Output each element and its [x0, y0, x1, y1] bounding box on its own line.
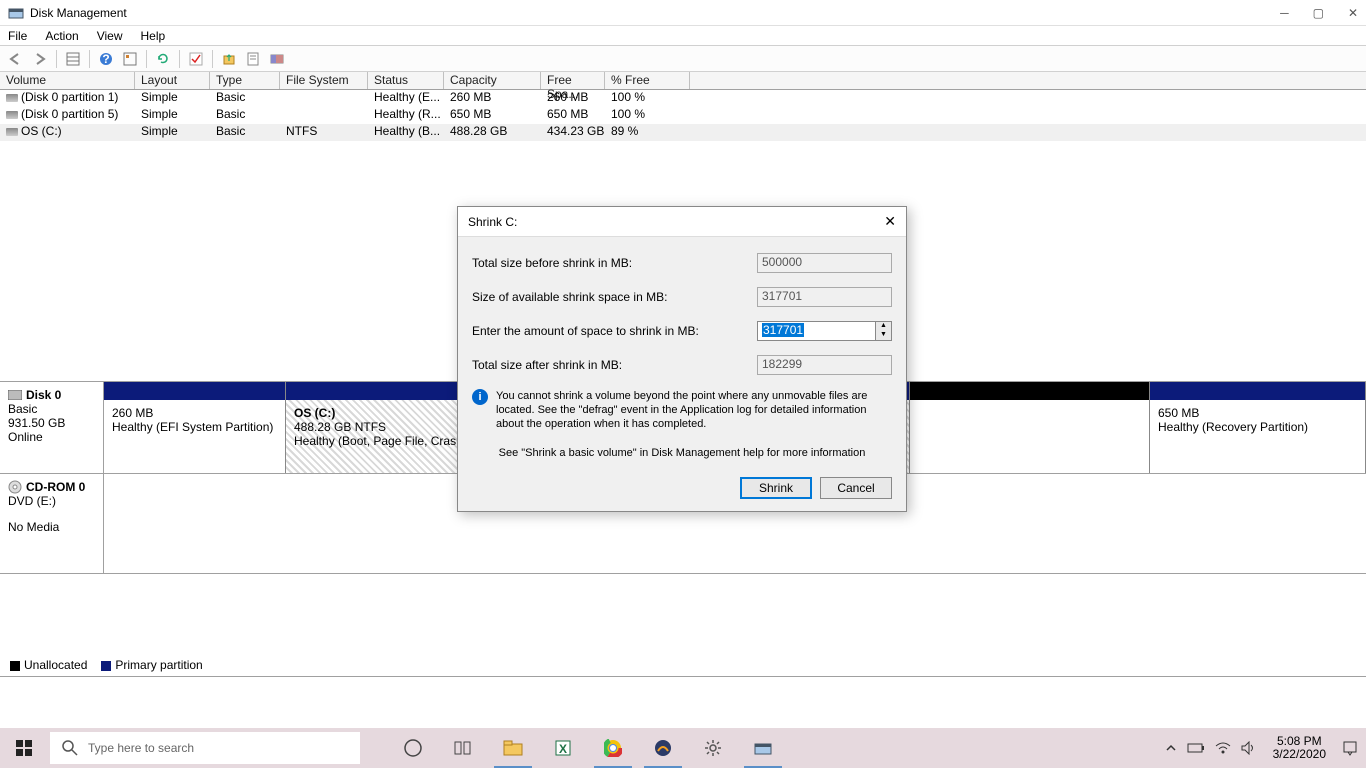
settings-list-icon[interactable] — [120, 49, 140, 69]
partition-bar — [1150, 382, 1365, 400]
cdrom-icon — [8, 480, 22, 494]
disk-icon — [8, 390, 22, 400]
folder-up-icon[interactable] — [219, 49, 239, 69]
app-generic[interactable] — [640, 728, 686, 768]
partition[interactable]: 260 MB Healthy (EFI System Partition) — [104, 382, 286, 473]
app-explorer[interactable] — [490, 728, 536, 768]
app-icon — [8, 5, 24, 21]
shrink-button[interactable]: Shrink — [740, 477, 812, 499]
taskbar: Type here to search X 5:08 PM 3/22/2020 — [0, 728, 1366, 768]
help-link-text: See "Shrink a basic volume" in Disk Mana… — [472, 447, 892, 459]
menu-help[interactable]: Help — [141, 29, 166, 43]
start-button[interactable] — [0, 728, 48, 768]
check-icon[interactable] — [186, 49, 206, 69]
view-list-icon[interactable] — [63, 49, 83, 69]
legend: Unallocated Primary partition — [0, 654, 1366, 676]
refresh-icon[interactable] — [153, 49, 173, 69]
col-filesystem[interactable]: File System — [280, 72, 368, 89]
tray-notifications-icon[interactable] — [1342, 740, 1358, 756]
dialog-title: Shrink C: — [468, 215, 517, 229]
partition[interactable]: 650 MB Healthy (Recovery Partition) — [1150, 382, 1366, 473]
partition-bar — [104, 382, 285, 400]
volume-icon — [6, 111, 18, 119]
field-available: 317701 — [757, 287, 892, 307]
timeline-icon[interactable] — [440, 728, 486, 768]
col-status[interactable]: Status — [368, 72, 444, 89]
graphical-view-icon[interactable] — [267, 49, 287, 69]
menu-action[interactable]: Action — [45, 29, 78, 43]
app-diskmgmt[interactable] — [740, 728, 786, 768]
properties-icon[interactable] — [243, 49, 263, 69]
menu-file[interactable]: File — [8, 29, 27, 43]
search-input[interactable]: Type here to search — [50, 732, 360, 764]
legend-swatch-primary — [101, 661, 111, 671]
col-layout[interactable]: Layout — [135, 72, 210, 89]
help-icon[interactable]: ? — [96, 49, 116, 69]
dialog-titlebar[interactable]: Shrink C: ✕ — [458, 207, 906, 237]
legend-swatch-unalloc — [10, 661, 20, 671]
col-free[interactable]: Free Spa... — [541, 72, 605, 89]
volume-icon — [6, 94, 18, 102]
volume-table-header: Volume Layout Type File System Status Ca… — [0, 72, 1366, 90]
app-chrome[interactable] — [590, 728, 636, 768]
close-button[interactable]: ✕ — [1348, 6, 1358, 20]
disk-label[interactable]: CD-ROM 0 DVD (E:) No Media — [0, 474, 104, 573]
disk-label[interactable]: Disk 0 Basic 931.50 GB Online — [0, 382, 104, 473]
partition-unallocated[interactable] — [910, 382, 1150, 473]
search-icon — [62, 740, 78, 756]
spinner-up-icon[interactable]: ▲ — [876, 322, 891, 331]
label-total-after: Total size after shrink in MB: — [472, 358, 757, 372]
tray-volume-icon[interactable] — [1241, 741, 1257, 755]
svg-text:?: ? — [102, 52, 109, 66]
forward-icon[interactable] — [30, 49, 50, 69]
taskview-icon[interactable] — [390, 728, 436, 768]
menubar: File Action View Help — [0, 26, 1366, 46]
field-shrink-amount[interactable]: 317701 — [757, 321, 876, 341]
shrink-dialog: Shrink C: ✕ Total size before shrink in … — [457, 206, 907, 512]
label-total-before: Total size before shrink in MB: — [472, 256, 757, 270]
table-row[interactable]: (Disk 0 partition 5) Simple Basic Health… — [0, 107, 1366, 124]
tray-chevron-icon[interactable] — [1165, 742, 1177, 754]
col-pct-free[interactable]: % Free — [605, 72, 690, 89]
col-type[interactable]: Type — [210, 72, 280, 89]
info-icon: i — [472, 389, 488, 405]
maximize-button[interactable]: ▢ — [1313, 6, 1324, 20]
partition-bar — [910, 382, 1149, 400]
table-row[interactable]: (Disk 0 partition 1) Simple Basic Health… — [0, 90, 1366, 107]
field-total-after: 182299 — [757, 355, 892, 375]
svg-text:X: X — [559, 742, 567, 756]
col-volume[interactable]: Volume — [0, 72, 135, 89]
cancel-button[interactable]: Cancel — [820, 477, 892, 499]
col-capacity[interactable]: Capacity — [444, 72, 541, 89]
toolbar: ? — [0, 46, 1366, 72]
tray-battery-icon[interactable] — [1187, 743, 1205, 753]
back-icon[interactable] — [6, 49, 26, 69]
volume-icon — [6, 128, 18, 136]
taskbar-clock[interactable]: 5:08 PM 3/22/2020 — [1267, 735, 1332, 761]
titlebar: Disk Management ─ ▢ ✕ — [0, 0, 1366, 26]
dialog-close-icon[interactable]: ✕ — [884, 213, 896, 230]
field-total-before: 500000 — [757, 253, 892, 273]
menu-view[interactable]: View — [97, 29, 123, 43]
label-available: Size of available shrink space in MB: — [472, 290, 757, 304]
table-row[interactable]: OS (C:) Simple Basic NTFS Healthy (B... … — [0, 124, 1366, 141]
spinner-arrows: ▲ ▼ — [876, 321, 892, 341]
tray-wifi-icon[interactable] — [1215, 742, 1231, 754]
spinner-down-icon[interactable]: ▼ — [876, 331, 891, 340]
search-placeholder: Type here to search — [88, 741, 194, 755]
window-title: Disk Management — [30, 6, 127, 20]
app-excel[interactable]: X — [540, 728, 586, 768]
label-enter-amount: Enter the amount of space to shrink in M… — [472, 324, 757, 338]
minimize-button[interactable]: ─ — [1280, 6, 1289, 20]
app-settings[interactable] — [690, 728, 736, 768]
info-text: You cannot shrink a volume beyond the po… — [496, 389, 892, 431]
